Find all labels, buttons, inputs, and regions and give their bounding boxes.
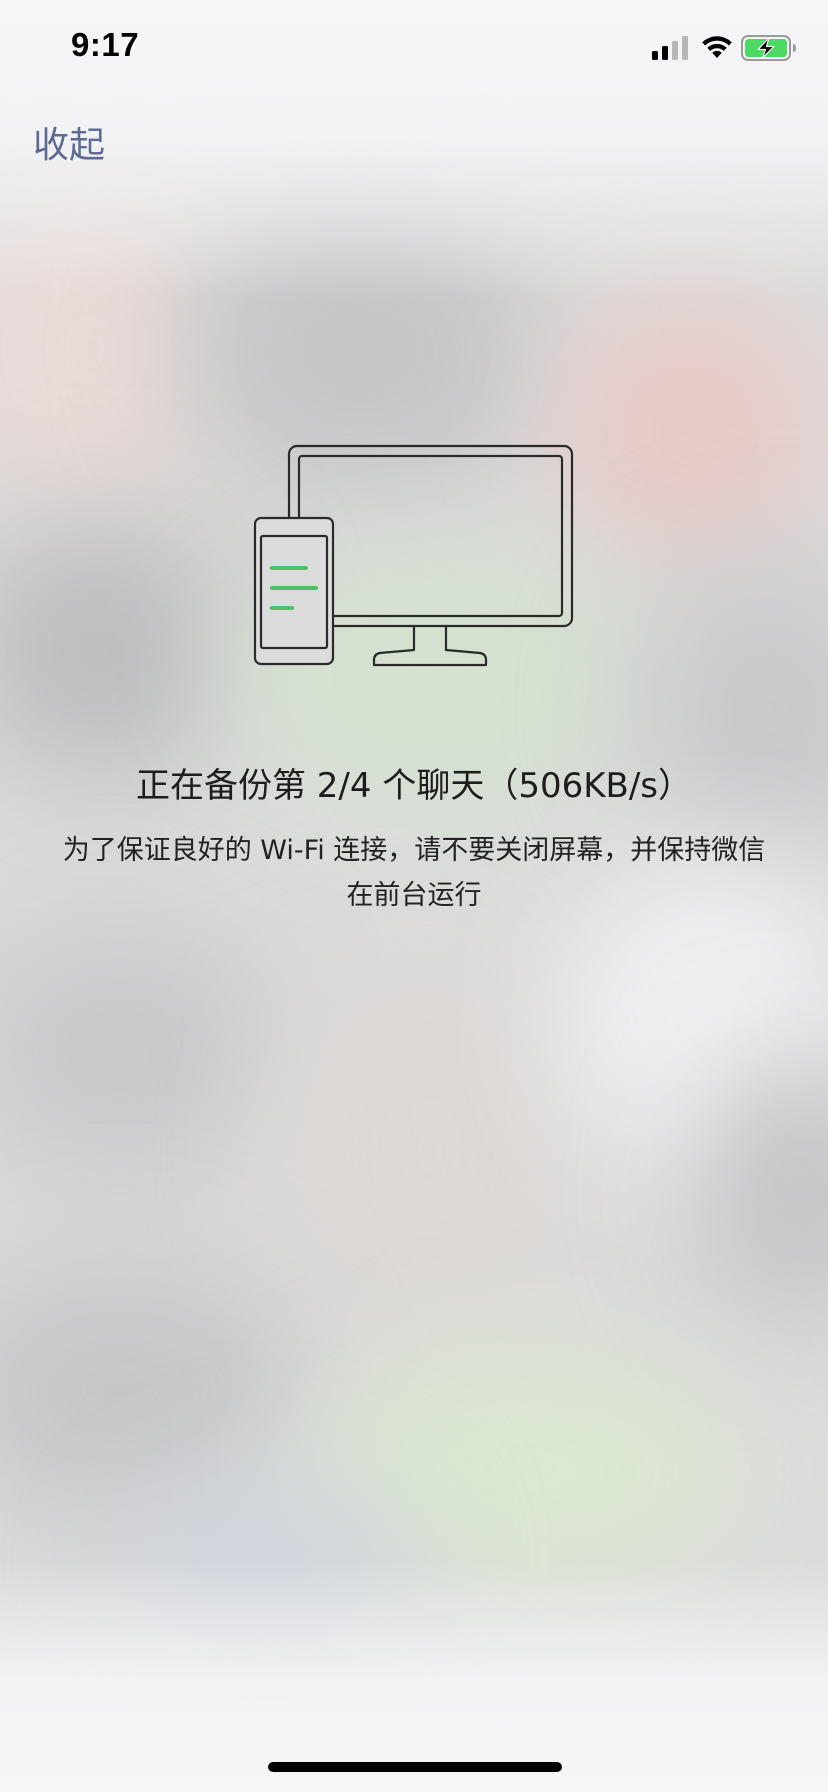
collapse-button[interactable]: 收起: [33, 116, 105, 168]
status-bar: 9:17: [0, 0, 828, 100]
backup-progress-title: 正在备份第 2/4 个聊天（506KB/s）: [135, 766, 693, 806]
phone-to-computer-backup-icon: [253, 444, 574, 667]
home-indicator[interactable]: [268, 1762, 562, 1772]
status-time: 9:17: [71, 26, 140, 63]
wifi-icon: [702, 36, 732, 58]
cellular-signal-icon: [652, 36, 688, 60]
battery-charging-icon: [741, 35, 796, 61]
backup-hint-text: 为了保证良好的 Wi-Fi 连接，请不要关闭屏幕，并保持微信在前台运行: [62, 835, 766, 911]
